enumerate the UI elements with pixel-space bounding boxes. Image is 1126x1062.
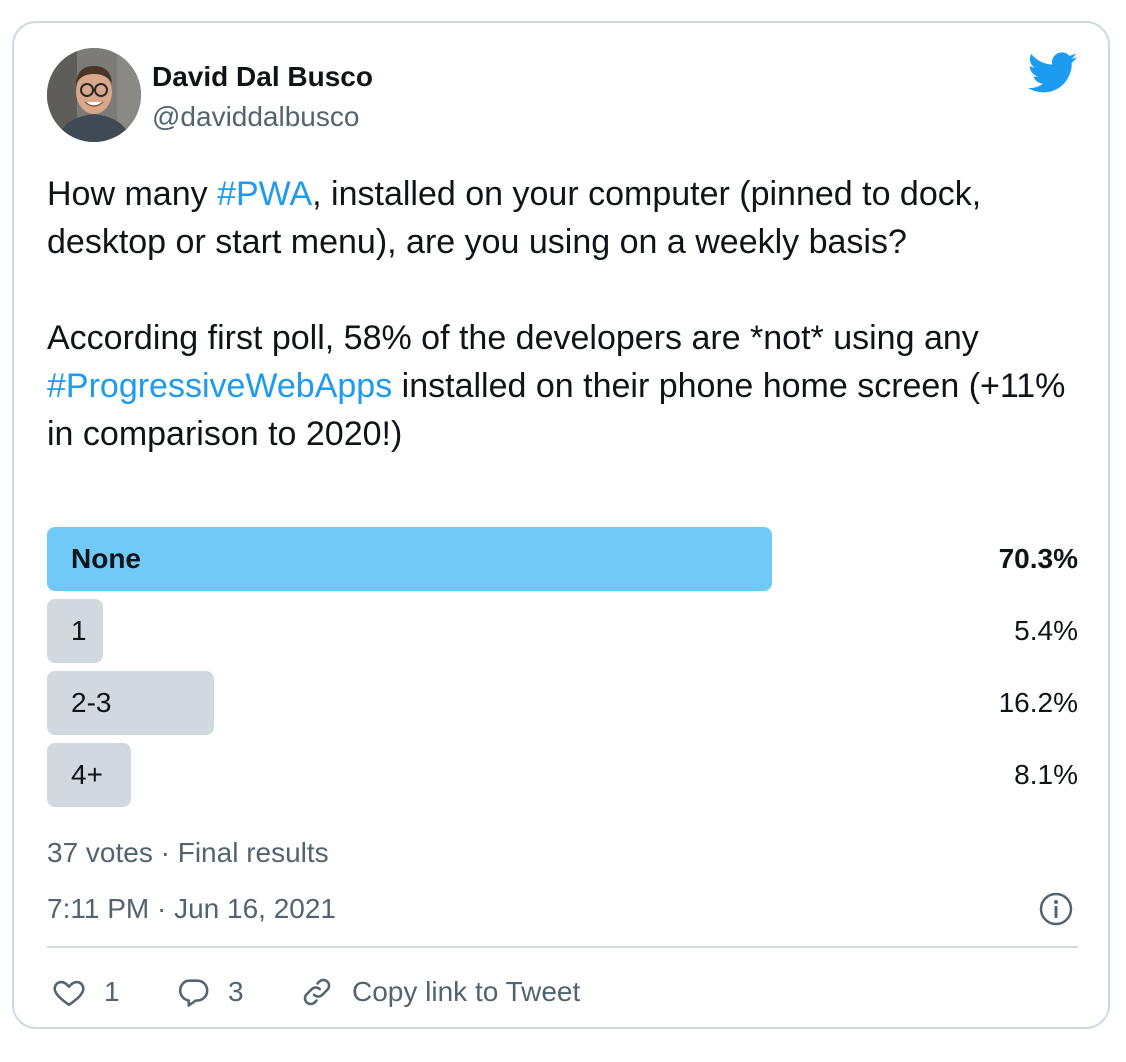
tweet-paragraph-2: According first poll, 58% of the develop… [47, 314, 1087, 458]
author-handle[interactable]: @daviddalbusco [152, 100, 359, 134]
like-button[interactable]: 1 [52, 970, 120, 1014]
reply-bubble-icon [178, 979, 209, 1007]
poll-summary: 37 votes · Final results [47, 837, 329, 868]
link-icon [303, 978, 331, 1006]
reply-button[interactable]: 3 [176, 970, 244, 1014]
info-icon[interactable] [1038, 891, 1074, 927]
tweet-text-segment: According first poll, 58% of the develop… [47, 319, 979, 357]
poll-bar [47, 527, 772, 591]
tweet-paragraph-1: How many #PWA, installed on your compute… [47, 170, 1087, 266]
hashtag-progressivewebapps-link[interactable]: #ProgressiveWebApps [47, 367, 392, 405]
poll-option: 1 5.4% [47, 599, 1078, 663]
poll-option: 2-3 16.2% [47, 671, 1078, 735]
poll-option-label: 2-3 [71, 687, 112, 718]
like-count: 1 [104, 976, 120, 1007]
copy-link-button[interactable]: Copy link to Tweet [300, 970, 580, 1014]
poll-option-percent: 70.3% [998, 543, 1078, 574]
hashtag-pwa-link[interactable]: #PWA [217, 175, 312, 213]
poll-option-percent: 8.1% [1014, 759, 1078, 790]
poll-option: None 70.3% [47, 527, 1078, 591]
heart-icon [53, 980, 85, 1007]
avatar[interactable] [47, 48, 141, 142]
avatar-image [47, 48, 141, 142]
poll-option-percent: 5.4% [1014, 615, 1078, 646]
poll-option-label: 4+ [71, 759, 103, 790]
twitter-bird-icon[interactable] [1027, 52, 1078, 94]
poll-option: 4+ 8.1% [47, 743, 1078, 807]
poll-option-label: None [71, 543, 141, 574]
tweet-text: How many #PWA, installed on your compute… [47, 170, 1087, 458]
reply-count: 3 [228, 976, 244, 1007]
poll-option-label: 1 [71, 615, 87, 646]
divider [47, 946, 1078, 948]
copy-link-label: Copy link to Tweet [352, 976, 581, 1007]
tweet-timestamp[interactable]: 7:11 PM · Jun 16, 2021 [47, 892, 336, 926]
poll-option-percent: 16.2% [998, 687, 1078, 718]
author-name[interactable]: David Dal Busco [152, 60, 373, 94]
tweet-text-segment: How many [47, 175, 218, 213]
